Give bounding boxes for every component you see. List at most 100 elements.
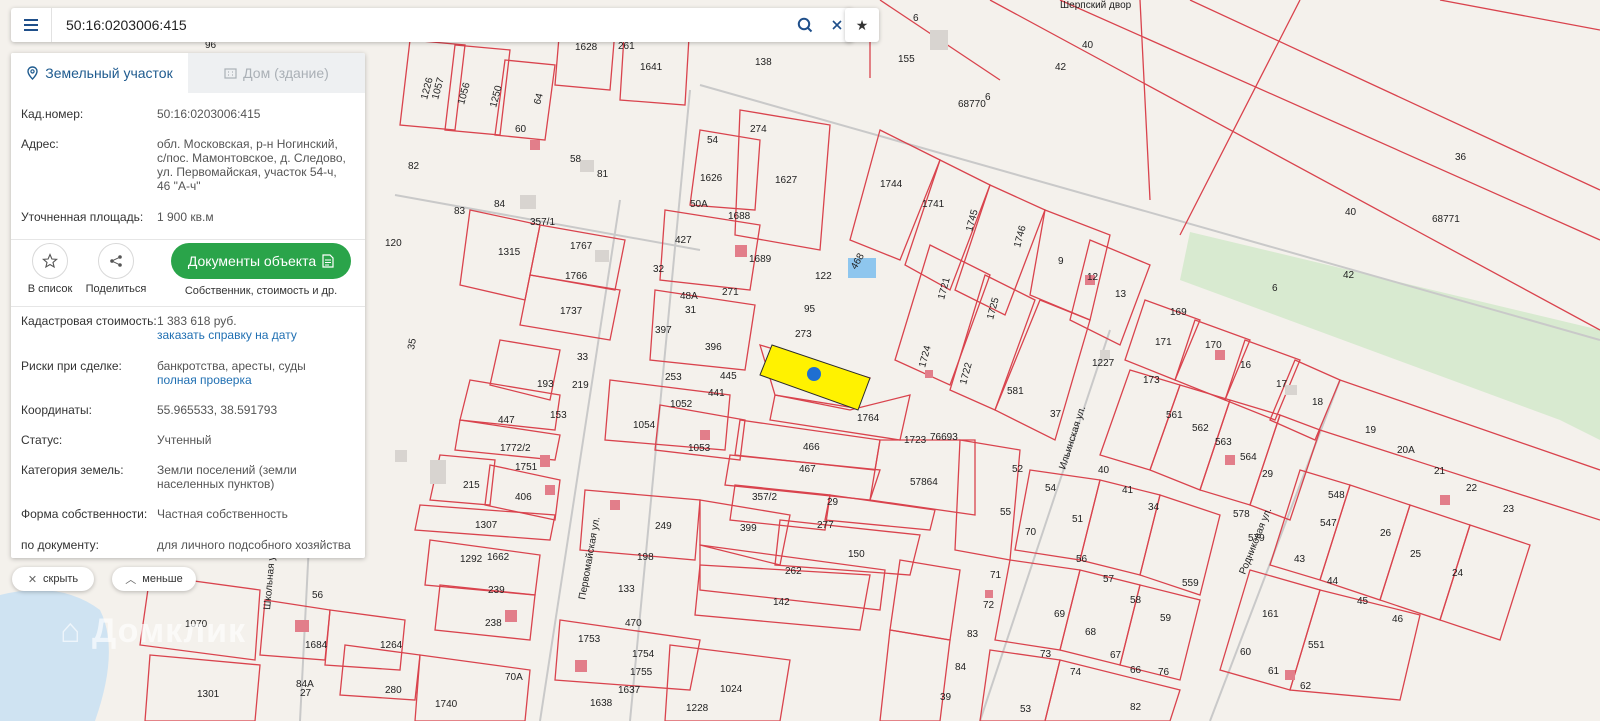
parcel-number-label: 427 (675, 235, 692, 246)
parcel-number-label: 33 (577, 352, 589, 363)
parcel-number-label: 470 (625, 618, 642, 629)
add-to-list-button[interactable] (32, 243, 68, 279)
search-input[interactable] (52, 9, 789, 41)
field-label: Форма собственности: (21, 507, 148, 521)
parcel-number-label: 561 (1166, 410, 1183, 421)
parcel-number-label: 441 (708, 388, 725, 399)
share-button[interactable] (98, 243, 134, 279)
parcel-info-panel: Земельный участок Дом (здание) Кад.номер… (11, 53, 365, 558)
permitted-use-value: для личного подсобного хозяйства (157, 538, 351, 552)
parcel-number-label: 564 (1240, 452, 1257, 463)
menu-button[interactable] (11, 8, 52, 42)
parcel-number-label: 23 (1503, 504, 1515, 515)
share-label: Поделиться (85, 283, 147, 295)
cadastral-number-row: Кад.номер: 50:16:0203006:415 (11, 107, 270, 121)
parcel-number-label: 1740 (435, 699, 458, 710)
parcel-number-label: 238 (485, 618, 502, 629)
field-label: Категория земель: (21, 463, 124, 477)
parcel-number-label: 1053 (688, 443, 711, 454)
parcel-number-label: 53 (1020, 704, 1032, 715)
parcel-number-label: 1767 (570, 241, 593, 252)
parcel-number-label: 41 (1122, 485, 1134, 496)
parcel-number-label: 120 (385, 238, 402, 249)
share-icon (110, 255, 122, 267)
parcel-number-label: 74 (1070, 667, 1082, 678)
parcel-number-label: 1744 (880, 179, 903, 190)
hamburger-icon (24, 19, 38, 31)
parcel-number-label: 95 (804, 304, 816, 315)
parcel-number-label: 51 (1072, 514, 1084, 525)
parcel-number-label: 1628 (575, 42, 598, 53)
parcel-number-label: 1292 (460, 554, 483, 565)
collapse-panel-button[interactable]: ︿ меньше (112, 567, 196, 591)
cadastral-number-link[interactable]: 50:16:0203006:415 (157, 107, 260, 121)
favorites-button[interactable]: ★ (845, 8, 879, 42)
order-certificate-link[interactable]: заказать справку на дату (157, 328, 297, 342)
parcel-number-label: 6 (1272, 283, 1278, 294)
parcel-number-label: 68 (1085, 627, 1097, 638)
parcel-number-label: 399 (740, 523, 757, 534)
parcel-number-label: 551 (1308, 640, 1325, 651)
parcel-number-label: 24 (1452, 568, 1464, 579)
parcel-number-label: 447 (498, 415, 515, 426)
parcel-marker[interactable] (807, 367, 821, 381)
parcel-number-label: 13 (1115, 289, 1127, 300)
tab-land-plot[interactable]: Земельный участок (11, 53, 188, 93)
parcel-number-label: 1751 (515, 462, 538, 473)
area-value: 1 900 кв.м (157, 210, 214, 224)
parcel-number-label: 68770 (958, 99, 986, 110)
parcel-number-label: 43 (1294, 554, 1306, 565)
parcel-number-label: 133 (618, 584, 635, 595)
tab-label: Земельный участок (45, 65, 173, 81)
parcel-number-label: 173 (1143, 375, 1160, 386)
parcel-number-label: 559 (1182, 578, 1199, 589)
parcel-number-label: 1753 (578, 634, 601, 645)
parcel-number-label: 563 (1215, 437, 1232, 448)
parcel-number-label: 357/1 (530, 217, 555, 228)
parcel-number-label: 215 (463, 480, 480, 491)
parcel-number-label: 57 (1103, 574, 1115, 585)
parcel-number-label: 56 (312, 590, 324, 601)
field-label: Адрес: (21, 137, 59, 151)
ownership-value: Частная собственность (157, 507, 288, 521)
parcel-number-label: 1772/2 (500, 443, 531, 454)
parcel-number-label: 54 (1045, 483, 1057, 494)
risks-row: Риски при сделке: банкротства, аресты, с… (11, 359, 316, 387)
cadastral-value: 1 383 618 руб. (157, 314, 237, 328)
brand-watermark: ⌂ Домклик (60, 612, 246, 651)
hide-panel-button[interactable]: ✕ скрыть (12, 567, 94, 591)
parcel-number-label: 1766 (565, 271, 588, 282)
parcel-number-label: 1662 (487, 552, 510, 563)
parcel-number-label: 1301 (197, 689, 220, 700)
parcel-number-label: 170 (1205, 340, 1222, 351)
parcel-number-label: 153 (550, 410, 567, 421)
parcel-number-label: 76693 (930, 432, 958, 443)
chevron-up-icon: ︿ (125, 574, 137, 586)
parcel-number-label: 17 (1276, 379, 1288, 390)
parcel-number-label: 122 (815, 271, 832, 282)
parcel-number-label: 39 (940, 692, 952, 703)
parcel-number-label: 31 (685, 305, 697, 316)
parcel-number-label: 20А (1397, 445, 1415, 456)
parcel-number-label: 54 (707, 135, 719, 146)
parcel-number-label: 48А (680, 291, 698, 302)
cadastral-value-row: Кадастровая стоимость: 1 383 618 руб. зак… (11, 314, 307, 342)
full-check-link[interactable]: полная проверка (157, 373, 252, 387)
parcel-number-label: 1737 (560, 306, 583, 317)
documents-button[interactable]: Документы объекта (171, 243, 351, 279)
parcel-number-label: 578 (1233, 509, 1250, 520)
parcel-number-label: 60 (1240, 647, 1252, 658)
add-to-list-label: В список (27, 283, 73, 295)
tab-building[interactable]: Дом (здание) (188, 53, 365, 93)
parcel-number-label: 1684 (305, 640, 328, 651)
parcel-number-label: 29 (1262, 469, 1274, 480)
parcel-number-label: 60 (515, 124, 527, 135)
close-icon (832, 20, 842, 30)
house-logo-icon: ⌂ (60, 612, 82, 650)
search-button[interactable] (789, 8, 821, 42)
parcel-number-label: 34 (1148, 502, 1160, 513)
parcel-number-label: 1024 (720, 684, 743, 695)
parcel-number-label: 69 (1054, 609, 1066, 620)
parcel-number-label: 58 (570, 154, 582, 165)
parcel-number-label: 83 (967, 629, 979, 640)
